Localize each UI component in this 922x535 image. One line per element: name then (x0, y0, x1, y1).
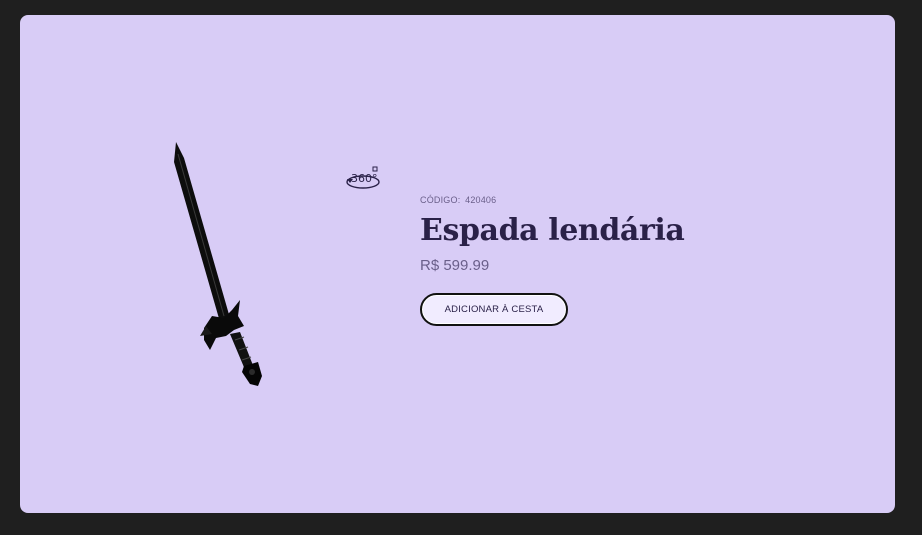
sword-image (174, 142, 262, 386)
product-code-label: CÓDIGO: (420, 195, 461, 205)
svg-text:360°: 360° (351, 172, 378, 185)
product-title: Espada lendária (420, 213, 685, 248)
product-code: CÓDIGO: 420406 (420, 193, 840, 207)
rotate-360-icon[interactable]: 360° (346, 165, 384, 193)
product-image (140, 140, 290, 390)
product-info: CÓDIGO: 420406 Espada lendária R$ 599.99… (420, 193, 840, 326)
product-code-value: 420406 (465, 195, 497, 205)
add-to-cart-button[interactable]: ADICIONAR À CESTA (420, 293, 568, 326)
product-price: R$ 599.99 (420, 257, 490, 274)
product-card: 360° CÓDIGO: 420406 Espada lendária R$ 5… (20, 15, 895, 513)
